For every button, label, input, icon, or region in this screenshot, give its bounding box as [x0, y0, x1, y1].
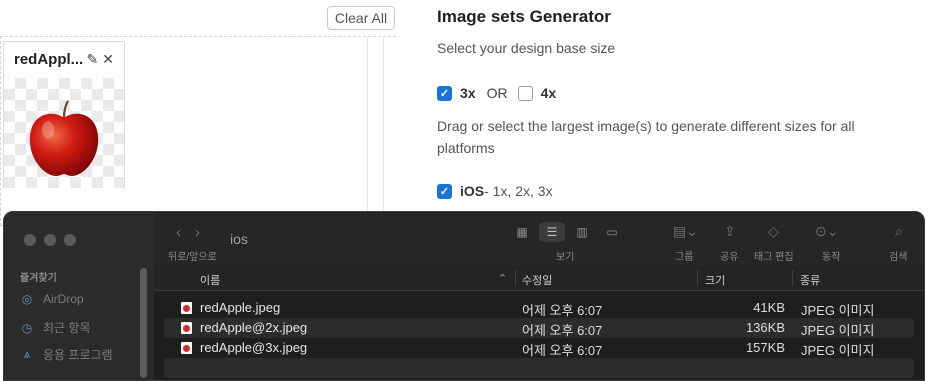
ios-checkbox[interactable]: ✓ — [437, 183, 452, 199]
jpeg-file-icon — [181, 322, 192, 334]
file-size: 136KB — [745, 320, 785, 335]
finder-window: 즐겨찾기 ◎ AirDrop ◷ 최근 항목 ⩓ 응용 프로그램 ‹› 뒤로/앞… — [3, 211, 925, 381]
empty-row-stripe — [164, 358, 914, 378]
sidebar-scrollbar[interactable] — [140, 268, 147, 378]
file-modified: 어제 오후 6:07 — [522, 343, 603, 358]
search-icon[interactable]: ⌕ — [895, 223, 903, 240]
generator-description: Drag or select the largest image(s) to g… — [437, 118, 855, 156]
back-forward-buttons[interactable]: ‹› — [176, 224, 214, 241]
column-separator — [792, 270, 793, 286]
file-size: 157KB — [745, 340, 785, 355]
share-caption: 공유 — [720, 252, 739, 263]
clear-all-button[interactable]: Clear All — [327, 6, 395, 30]
favorites-header: 즐겨찾기 — [20, 273, 57, 284]
clock-icon: ◷ — [21, 320, 33, 335]
column-size[interactable]: 크기 — [705, 272, 725, 288]
3x-checkbox[interactable]: ✓ — [437, 85, 452, 101]
sort-chevron-icon[interactable]: ⌃ — [498, 272, 507, 285]
generator-subtitle: Select your design base size — [437, 40, 616, 56]
jpeg-file-icon — [181, 302, 192, 314]
4x-checkbox[interactable] — [517, 85, 533, 101]
image-thumbnail — [4, 78, 124, 188]
sidebar-item-airdrop[interactable]: ◎ AirDrop — [20, 292, 84, 306]
file-modified: 어제 오후 6:07 — [522, 323, 603, 338]
view-mode-control: ▦ ☰ ▥ ▭ — [509, 222, 625, 242]
column-name[interactable]: 이름 — [200, 272, 220, 288]
generator-title: Image sets Generator — [437, 7, 611, 26]
share-icon[interactable]: ⇪ — [724, 223, 736, 240]
action-caption: 동작 — [822, 252, 841, 263]
image-card-title: redAppl... — [14, 51, 83, 68]
base-size-options: ✓ 3x OR 4x — [437, 85, 556, 101]
file-row[interactable]: redApple@2x.jpeg 어제 오후 6:07 136KB JPEG 이… — [164, 318, 914, 338]
file-name: redApple@3x.jpeg — [200, 340, 308, 355]
sidebar-item-label: 최근 항목 — [43, 321, 91, 335]
back-forward-caption: 뒤로/앞으로 — [168, 252, 217, 263]
4x-label: 4x — [540, 85, 557, 101]
column-view-icon[interactable]: ▥ — [569, 222, 595, 242]
sidebar-item-recents[interactable]: ◷ 최근 항목 — [20, 319, 91, 336]
file-name: redApple@2x.jpeg — [200, 320, 308, 335]
column-separator — [697, 270, 698, 286]
tag-caption: 태그 편집 — [754, 252, 794, 263]
airdrop-icon: ◎ — [21, 292, 33, 306]
sidebar-item-label: 응용 프로그램 — [43, 348, 113, 362]
ios-label: iOS — [460, 183, 485, 199]
sidebar-item-label: AirDrop — [43, 292, 84, 306]
window-title: ios — [230, 231, 248, 247]
view-caption: 보기 — [556, 252, 575, 263]
list-view-icon[interactable]: ☰ — [539, 222, 565, 242]
window-controls — [24, 234, 76, 246]
action-icon[interactable]: ⊙⌄ — [815, 223, 838, 240]
file-size: 41KB — [753, 300, 785, 315]
column-header: 이름 ⌃ 수정일 크기 종류 — [154, 266, 924, 291]
pencil-icon[interactable]: ✎ — [87, 51, 99, 68]
file-kind: JPEG 이미지 — [801, 343, 875, 358]
column-separator — [515, 270, 516, 286]
image-card-header: redAppl... ✎ ✕ — [4, 42, 124, 77]
finder-toolbar: ‹› 뒤로/앞으로 ios ▦ ☰ ▥ ▭ 보기 ▤⌄ 그룹 ⇪ 공유 ◇ 태그… — [154, 212, 924, 267]
image-card: redAppl... ✎ ✕ — [3, 41, 125, 188]
3x-label: 3x — [460, 85, 476, 101]
file-name: redApple.jpeg — [200, 300, 281, 315]
divider — [367, 37, 368, 225]
tag-icon[interactable]: ◇ — [768, 223, 779, 240]
zoom-window-button[interactable] — [64, 234, 76, 246]
column-modified[interactable]: 수정일 — [522, 272, 552, 288]
close-window-button[interactable] — [24, 234, 36, 246]
jpeg-file-icon — [181, 342, 192, 354]
file-kind: JPEG 이미지 — [801, 303, 875, 318]
finder-sidebar: 즐겨찾기 ◎ AirDrop ◷ 최근 항목 ⩓ 응용 프로그램 — [4, 212, 154, 380]
file-row[interactable]: redApple.jpeg 어제 오후 6:07 41KB JPEG 이미지 — [164, 298, 914, 318]
group-caption: 그룹 — [675, 252, 694, 263]
or-label: OR — [486, 85, 508, 101]
applications-icon: ⩓ — [23, 347, 31, 361]
gallery-view-icon[interactable]: ▭ — [599, 222, 625, 242]
search-caption: 검색 — [889, 252, 908, 263]
minimize-window-button[interactable] — [44, 234, 56, 246]
sidebar-item-applications[interactable]: ⩓ 응용 프로그램 — [20, 346, 113, 363]
ios-option: ✓ iOS - 1x, 2x, 3x — [437, 183, 553, 199]
group-icon[interactable]: ▤⌄ — [673, 223, 698, 240]
column-kind[interactable]: 종류 — [800, 272, 820, 288]
icon-view-icon[interactable]: ▦ — [509, 222, 535, 242]
file-kind: JPEG 이미지 — [801, 323, 875, 338]
file-row[interactable]: redApple@3x.jpeg 어제 오후 6:07 157KB JPEG 이… — [164, 338, 914, 358]
close-icon[interactable]: ✕ — [102, 51, 114, 68]
divider — [383, 37, 384, 225]
apple-image — [29, 100, 99, 176]
file-modified: 어제 오후 6:07 — [522, 303, 603, 318]
ios-sizes: - 1x, 2x, 3x — [484, 183, 553, 199]
